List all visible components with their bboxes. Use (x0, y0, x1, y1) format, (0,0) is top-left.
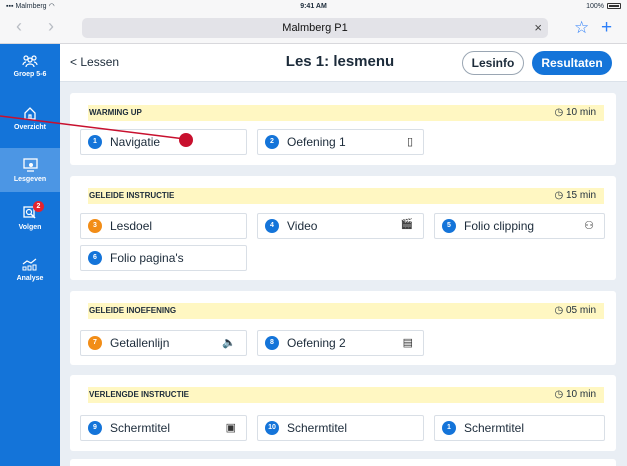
section-duration: ◷ 10 min (554, 389, 596, 400)
step-number: 7 (88, 336, 102, 350)
battery-percent: 100% (586, 2, 604, 10)
section-title: WARMING UP (89, 108, 142, 117)
duration-text: 05 min (565, 305, 596, 316)
clapperboard-icon: 🎬 (400, 219, 413, 230)
item-label: Oefening 1 (287, 135, 346, 149)
address-bar[interactable]: Malmberg P1 × (82, 18, 548, 38)
step-number: 9 (88, 421, 102, 435)
back-link[interactable]: < Lessen (70, 55, 119, 69)
star-icon[interactable]: ☆ (574, 18, 589, 38)
sidebar-item-label: Volgen (18, 223, 42, 231)
section-duration: ◷ 05 min (554, 305, 596, 316)
page-title: Les 1: lesmenu (285, 53, 395, 70)
lesson-item[interactable]: 5 Folio clipping ⚇ (434, 213, 605, 239)
lesson-item[interactable]: 9 Schermtitel ▣ (80, 415, 247, 441)
section-duration: ◷ 10 min (554, 107, 596, 118)
item-label: Schermtitel (287, 421, 348, 435)
resultaten-button[interactable]: Resultaten (532, 51, 612, 75)
item-label: Lesdoel (110, 219, 153, 233)
lesson-item[interactable]: 8 Oefening 2 ▤ (257, 330, 424, 356)
step-number: 8 (265, 336, 279, 350)
lesson-item[interactable]: 2 Oefening 1 ▯ (257, 129, 424, 155)
sidebar-item-overzicht[interactable]: Overzicht (0, 96, 60, 140)
step-number: 1 (88, 135, 102, 149)
section-next (70, 459, 616, 466)
sidebar-item-label: Overzicht (14, 123, 46, 131)
search-person-icon: 2 (23, 200, 44, 224)
item-label: Video (287, 219, 318, 233)
carrier: ▪▪▪ Malmberg ◠ (6, 2, 55, 11)
sidebar-item-label: Lesgeven (13, 175, 47, 183)
people-icon: ⚇ (584, 220, 594, 232)
sidebar-item-label: Analyse (16, 275, 44, 282)
section-duration: ◷ 15 min (554, 190, 596, 201)
item-label: Folio clipping (464, 219, 535, 233)
wifi-icon: ◠ (48, 3, 55, 10)
step-number: 6 (88, 251, 102, 265)
lesson-item[interactable]: 7 Getallenlijn 🔈 (80, 330, 247, 356)
lesson-item[interactable]: 10 Schermtitel (257, 415, 424, 441)
section-verlengde-instructie: VERLENGDE INSTRUCTIE ◷ 10 min 9 Schermti… (70, 375, 616, 451)
section-geleide-instructie: GELEIDE INSTRUCTIE ◷ 15 min 3 Lesdoel 4 … (70, 176, 616, 280)
lesson-item[interactable]: 1 Navigatie (80, 129, 247, 155)
close-icon[interactable]: × (534, 20, 542, 35)
duration-text: 10 min (565, 389, 596, 400)
sidebar-item-groep[interactable]: Groep 5-6 (0, 44, 60, 88)
sidebar-item-volgen[interactable]: 2 Volgen (0, 196, 60, 240)
section-header: GELEIDE INSTRUCTIE ◷ 15 min (88, 188, 604, 204)
section-title: VERLENGDE INSTRUCTIE (89, 390, 190, 399)
step-number: 5 (442, 219, 456, 233)
carrier-name: Malmberg (15, 2, 47, 10)
speaker-icon: 🔈 (222, 337, 236, 349)
step-number: 3 (88, 219, 102, 233)
chevron-left-icon[interactable]: ‹ (6, 16, 32, 37)
sidebar-item-analyse[interactable]: Analyse (0, 248, 60, 292)
home-icon (23, 106, 37, 124)
section-title: GELEIDE INSTRUCTIE (89, 191, 175, 200)
item-label: Oefening 2 (287, 336, 346, 350)
tablet-icon: ▯ (406, 136, 413, 148)
teach-icon (22, 157, 38, 176)
url-text: Malmberg P1 (282, 22, 348, 34)
notification-badge: 2 (33, 200, 44, 212)
step-number: 1 (442, 421, 456, 435)
chart-icon (22, 258, 38, 275)
item-label: Getallenlijn (110, 336, 170, 350)
page-header: < Lessen Les 1: lesmenu Lesinfo Resultat… (60, 44, 627, 82)
item-label: Navigatie (110, 135, 161, 149)
chevron-right-icon[interactable]: › (38, 16, 64, 37)
lesson-item[interactable]: 3 Lesdoel (80, 213, 247, 239)
sidebar: Groep 5-6 Overzicht Lesgeven 2 Volgen An… (0, 44, 60, 466)
lesson-item[interactable]: 4 Video 🎬 (257, 213, 424, 239)
section-warming-up: WARMING UP ◷ 10 min 1 Navigatie 2 Oefeni… (70, 93, 616, 165)
duration-text: 15 min (565, 190, 596, 201)
browser-toolbar: ‹ › Malmberg P1 × ☆ + (0, 12, 627, 44)
section-title: GELEIDE INOEFENING (89, 306, 177, 315)
lesinfo-button[interactable]: Lesinfo (462, 51, 524, 75)
step-number: 4 (265, 219, 279, 233)
sidebar-item-lesgeven[interactable]: Lesgeven (0, 148, 60, 192)
duration-text: 10 min (565, 107, 596, 118)
section-header: WARMING UP ◷ 10 min (88, 105, 604, 121)
item-label: Schermtitel (110, 421, 171, 435)
item-label: Folio pagina's (110, 251, 184, 265)
section-header: GELEIDE INOEFENING ◷ 05 min (88, 303, 604, 319)
battery-icon (607, 3, 621, 9)
status-bar: ▪▪▪ Malmberg ◠ 9:41 AM 100% (0, 0, 627, 12)
lesson-item[interactable]: 6 Folio pagina's (80, 245, 247, 271)
lesson-item[interactable]: 1 Schermtitel (434, 415, 605, 441)
item-label: Schermtitel (464, 421, 525, 435)
signal-icon: ▪▪▪ (6, 2, 14, 10)
briefcase-icon: ▣ (225, 422, 236, 434)
group-icon (22, 54, 38, 71)
section-header: VERLENGDE INSTRUCTIE ◷ 10 min (88, 387, 604, 403)
document-icon: ▤ (402, 337, 413, 349)
plus-icon[interactable]: + (601, 17, 612, 39)
section-geleide-inoefening: GELEIDE INOEFENING ◷ 05 min 7 Getallenli… (70, 291, 616, 365)
clock: 9:41 AM (300, 2, 327, 10)
step-number: 10 (265, 421, 279, 435)
step-number: 2 (265, 135, 279, 149)
sidebar-item-label: Groep 5-6 (13, 70, 47, 78)
